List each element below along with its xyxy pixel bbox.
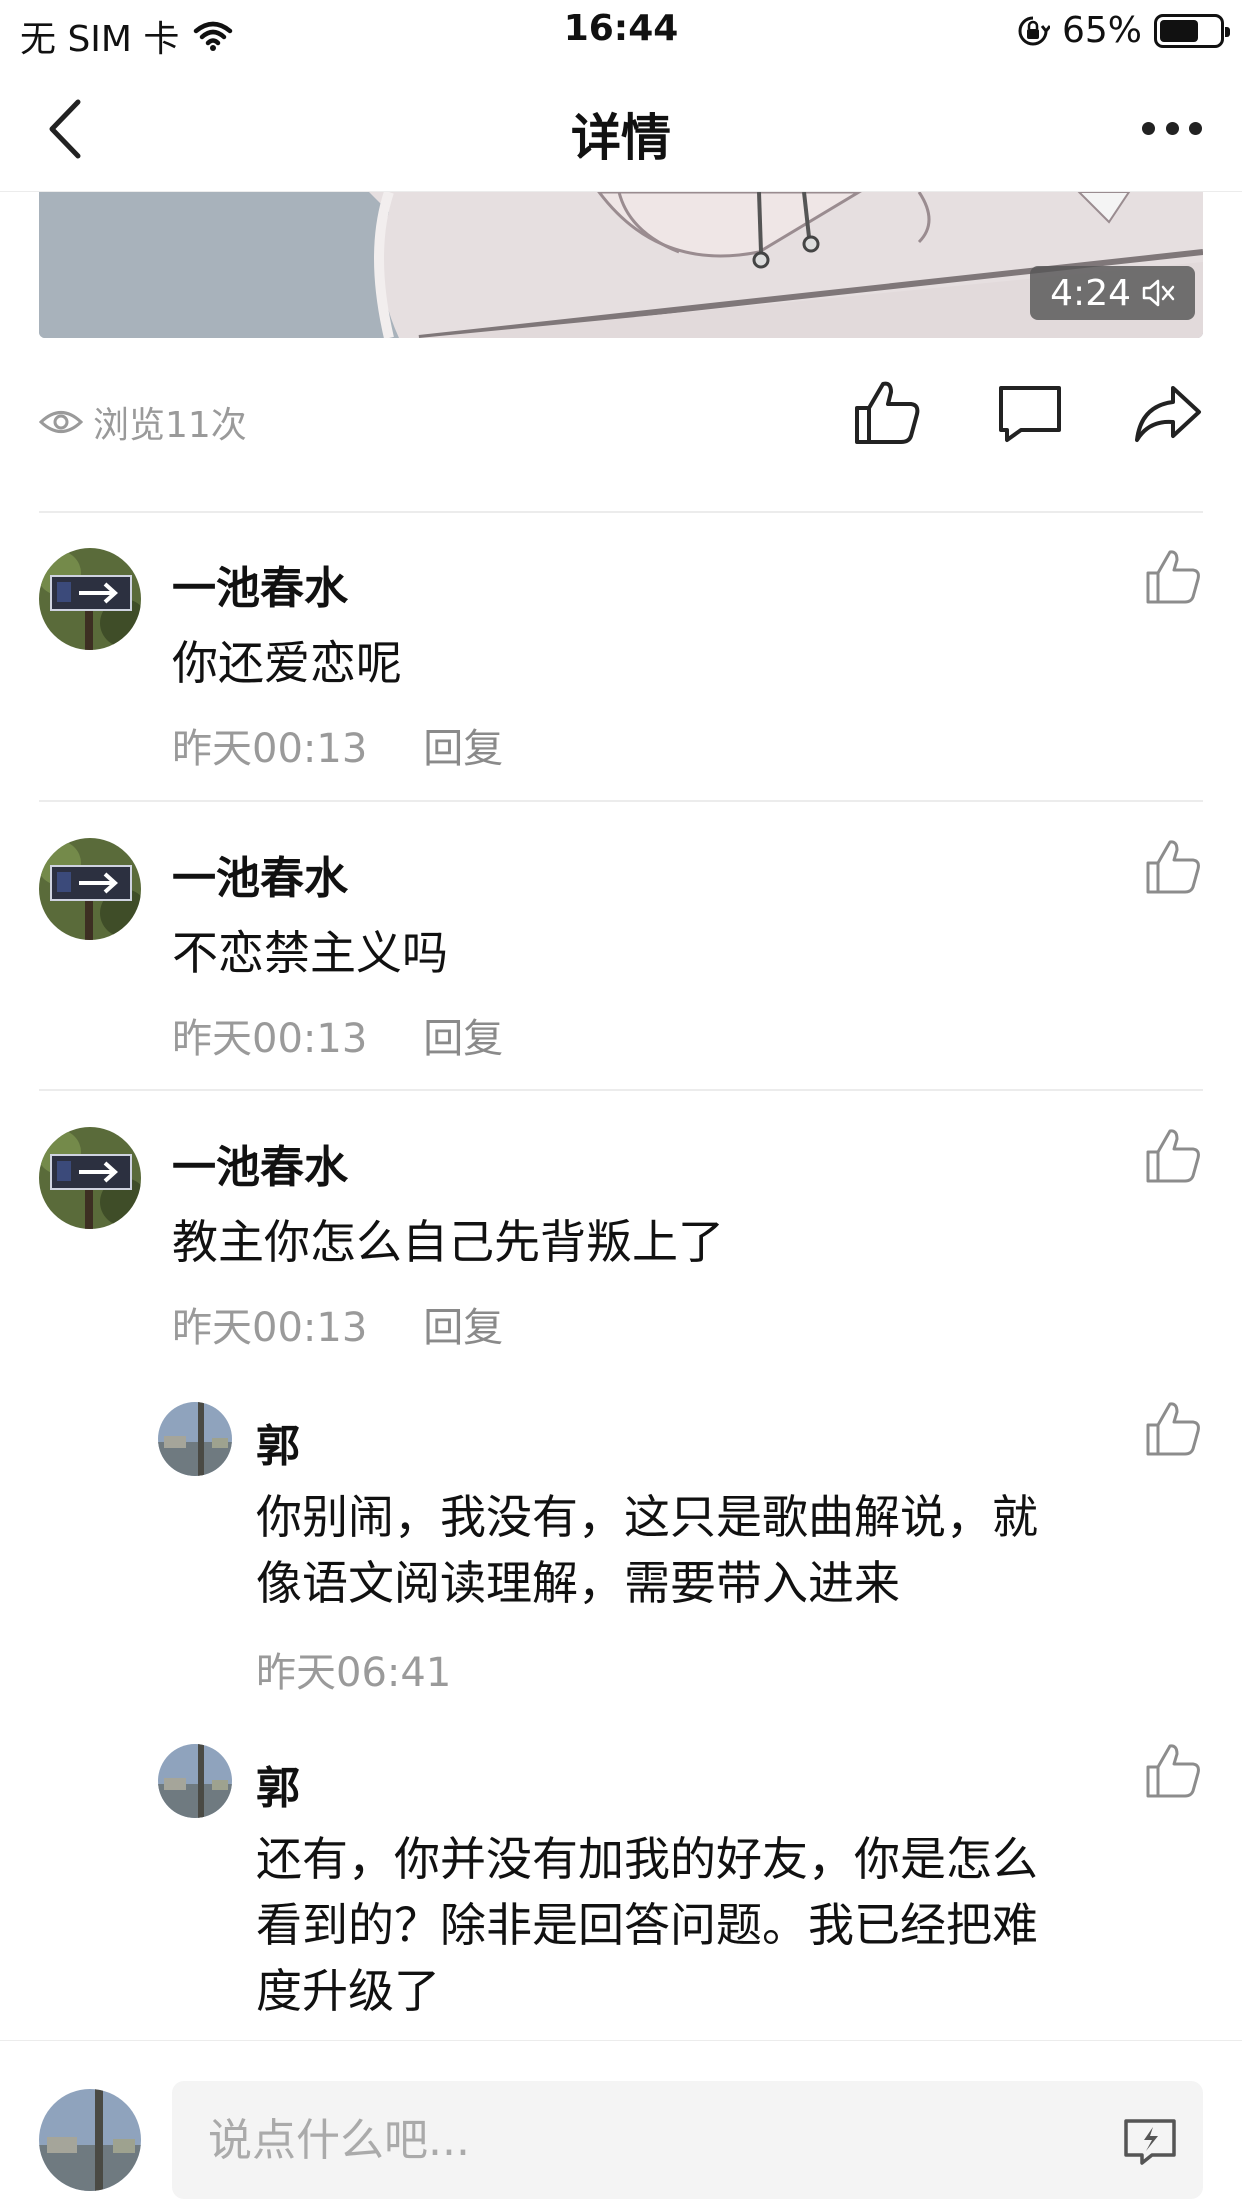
comment-meta: 昨天00:13 回复 <box>172 1295 503 1353</box>
video-frame-illustration <box>39 192 1203 338</box>
thumb-up-icon[interactable] <box>1145 838 1203 896</box>
thumb-up-icon[interactable] <box>1145 1400 1203 1458</box>
comment-input[interactable] <box>172 2081 1203 2199</box>
video-duration: 4:24 <box>1050 272 1131 314</box>
reply-text-line: 看到的？除非是回答问题。我已经把难 <box>256 1898 1038 1952</box>
comment-username[interactable]: 一池春水 <box>172 552 348 616</box>
divider <box>39 800 1203 802</box>
comment-meta: 昨天00:13 回复 <box>172 1006 503 1064</box>
thumb-up-icon[interactable] <box>1145 1127 1203 1185</box>
thumb-up-icon[interactable] <box>1145 548 1203 606</box>
reply-time: 昨天06:41 <box>256 1650 452 1696</box>
reply-username[interactable]: 郭 <box>256 1410 300 1474</box>
more-dot <box>1189 121 1202 135</box>
comment-text: 教主你怎么自己先背叛上了 <box>172 1215 724 1269</box>
avatar[interactable] <box>158 1744 232 1818</box>
reply-text-line: 像语文阅读理解，需要带入进来 <box>256 1556 900 1610</box>
video-thumbnail[interactable]: 4:24 <box>39 192 1203 338</box>
thumb-up-icon[interactable] <box>853 378 923 448</box>
more-dot <box>1142 121 1155 135</box>
current-user-avatar[interactable] <box>39 2089 141 2191</box>
battery-icon <box>1154 13 1230 48</box>
reply-button[interactable]: 回复 <box>423 1295 503 1353</box>
comment-time: 昨天00:13 <box>172 1305 368 1351</box>
share-arrow-icon[interactable] <box>1133 378 1203 448</box>
divider <box>39 1089 1203 1091</box>
avatar[interactable] <box>39 548 141 650</box>
lightning-bubble-icon[interactable] <box>1122 2117 1178 2167</box>
comment-time: 昨天00:13 <box>172 726 368 772</box>
speaker-muted-icon[interactable] <box>1141 278 1175 308</box>
battery-level-fill <box>1160 19 1198 42</box>
reply-text-line: 还有，你并没有加我的好友，你是怎么 <box>256 1832 1038 1886</box>
comment-username[interactable]: 一池春水 <box>172 842 348 906</box>
divider <box>39 511 1203 513</box>
more-dot <box>1165 121 1179 135</box>
view-count: 浏览11次 <box>39 396 247 448</box>
reply-text-line: 度升级了 <box>256 1964 440 2018</box>
avatar[interactable] <box>39 1127 141 1229</box>
nav-bar: 详情 <box>0 64 1242 192</box>
avatar[interactable] <box>39 838 141 940</box>
orientation-lock-icon <box>1018 16 1050 45</box>
reply-meta: 昨天06:41 <box>256 1640 451 1698</box>
comment-input-bar <box>0 2040 1242 2208</box>
status-right: 65% <box>1016 10 1230 51</box>
view-count-label: 浏览11次 <box>93 405 247 446</box>
reply-username[interactable]: 郭 <box>256 1752 300 1816</box>
battery-percent: 65% <box>1061 10 1142 51</box>
status-bar: 无 SIM 卡 16:44 65% <box>0 0 1242 64</box>
page-title: 详情 <box>571 109 671 167</box>
battery-tip <box>1225 26 1230 37</box>
video-duration-badge: 4:24 <box>1030 266 1195 320</box>
eye-icon <box>39 411 83 433</box>
comment-meta: 昨天00:13 回复 <box>172 716 503 774</box>
more-dots-icon[interactable] <box>1142 116 1202 140</box>
comment-text: 不恋禁主义吗 <box>172 926 448 980</box>
stats-row: 浏览11次 <box>39 370 1203 470</box>
comment-time: 昨天00:13 <box>172 1016 368 1062</box>
comment-text: 你还爱恋呢 <box>172 636 402 690</box>
reply-button[interactable]: 回复 <box>423 1006 503 1064</box>
avatar[interactable] <box>158 1402 232 1476</box>
comment-username[interactable]: 一池春水 <box>172 1131 348 1195</box>
thumb-up-icon[interactable] <box>1145 1742 1203 1800</box>
comment-bubble-icon[interactable] <box>995 378 1065 448</box>
reply-button[interactable]: 回复 <box>423 716 503 774</box>
reply-text-line: 你别闹，我没有，这只是歌曲解说，就 <box>256 1490 1038 1544</box>
detail-page: 无 SIM 卡 16:44 65% 详情 4:24 浏览11次 一池春水 你还爱… <box>0 0 1242 2208</box>
